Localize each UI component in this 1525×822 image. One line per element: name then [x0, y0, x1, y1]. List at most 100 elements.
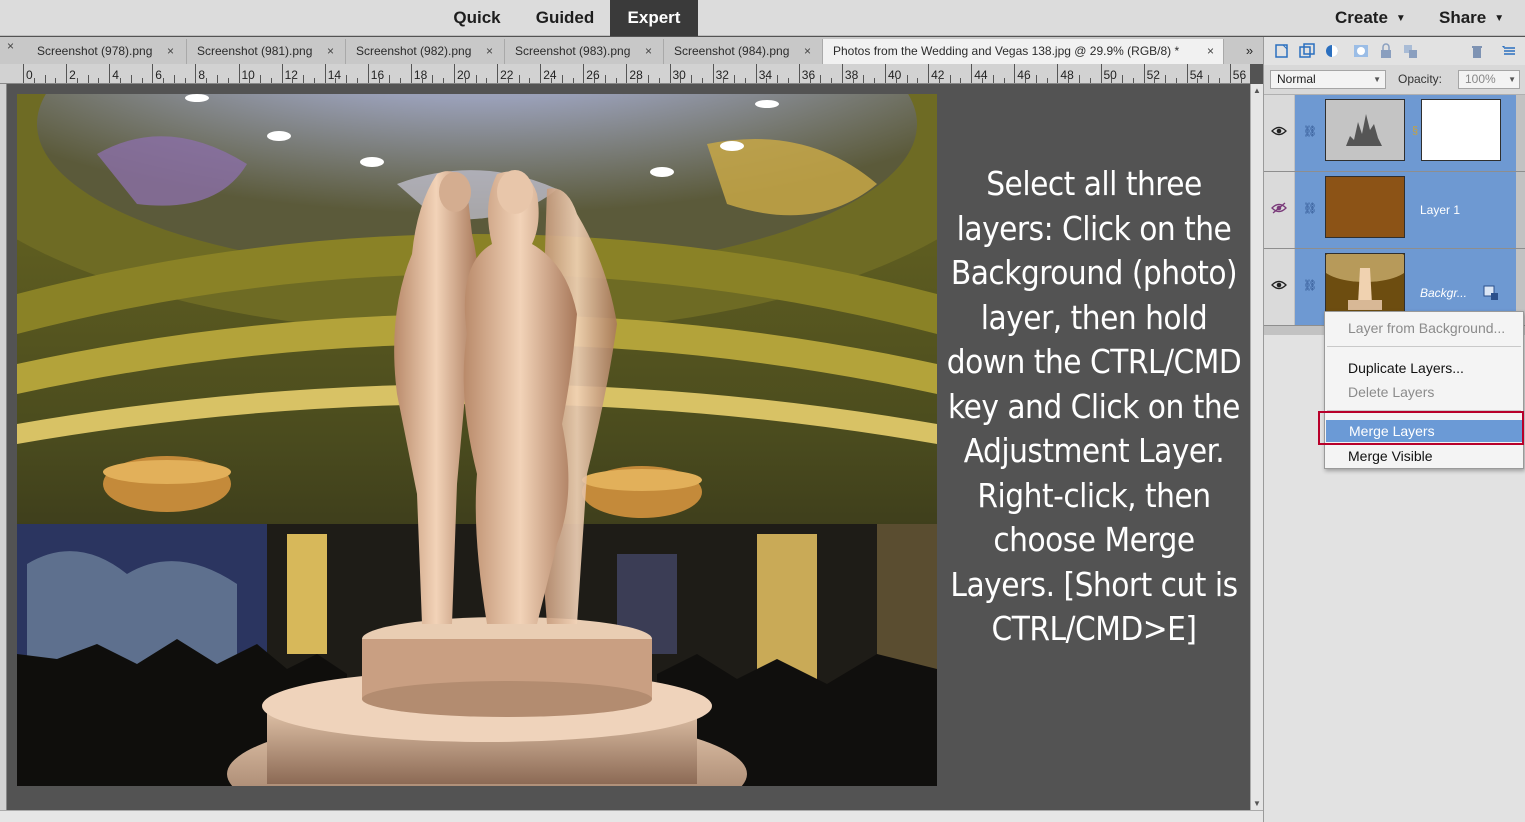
- mode-guided[interactable]: Guided: [525, 0, 605, 36]
- document-photo[interactable]: [17, 94, 937, 786]
- ruler-major-tick: [66, 64, 68, 83]
- visibility-cell[interactable]: [1264, 95, 1294, 171]
- share-menu[interactable]: Share ▼: [1439, 0, 1504, 36]
- ruler-major-tick: [195, 64, 197, 83]
- layer-mask-icon[interactable]: [1353, 43, 1369, 59]
- opacity-label: Opacity:: [1398, 72, 1443, 86]
- ruler-minor-tick: [357, 78, 359, 83]
- ruler-number: 4: [112, 68, 119, 82]
- ruler-minor-tick: [788, 78, 790, 83]
- eye-icon[interactable]: [1271, 279, 1287, 291]
- close-icon[interactable]: ×: [486, 39, 493, 63]
- ruler-minor-tick: [1197, 78, 1199, 83]
- ruler-minor-tick: [1208, 75, 1210, 83]
- ruler-minor-tick: [249, 78, 251, 83]
- mode-expert[interactable]: Expert: [610, 0, 698, 36]
- trash-icon[interactable]: [1469, 43, 1485, 59]
- ruler-minor-tick: [831, 78, 833, 83]
- tab-screenshot-978[interactable]: Screenshot (978).png ×: [27, 39, 187, 64]
- ruler-minor-tick: [346, 75, 348, 83]
- tab-screenshot-981[interactable]: Screenshot (981).png ×: [187, 39, 346, 64]
- eye-icon[interactable]: [1271, 125, 1287, 137]
- ruler-minor-tick: [76, 78, 78, 83]
- new-layer-icon[interactable]: [1274, 43, 1290, 59]
- blend-mode-select[interactable]: Normal ▼: [1270, 70, 1386, 89]
- mask-link-icon[interactable]: §: [1412, 125, 1418, 137]
- visibility-cell[interactable]: [1264, 172, 1294, 248]
- visibility-cell[interactable]: [1264, 249, 1294, 325]
- ruler-minor-tick: [572, 78, 574, 83]
- close-icon[interactable]: ×: [1207, 39, 1214, 63]
- menu-item-delete-layers[interactable]: Delete Layers: [1325, 381, 1523, 403]
- ruler-minor-tick: [1068, 78, 1070, 83]
- link-icon[interactable]: ⛓: [1303, 202, 1317, 215]
- chevron-down-icon: ▼: [1508, 75, 1516, 84]
- ruler-minor-tick: [400, 78, 402, 83]
- more-tabs-button[interactable]: »: [1236, 37, 1263, 64]
- ruler-number: 52: [1146, 68, 1160, 82]
- ruler-minor-tick: [852, 78, 854, 83]
- ruler-major-tick: [798, 64, 800, 83]
- lock-icon[interactable]: [1378, 43, 1394, 59]
- new-group-icon[interactable]: [1299, 43, 1315, 59]
- menu-item-merge-visible[interactable]: Merge Visible: [1325, 445, 1523, 467]
- close-icon[interactable]: ×: [7, 39, 14, 53]
- ruler-number: 40: [888, 68, 902, 82]
- create-menu[interactable]: Create ▼: [1335, 0, 1406, 36]
- link-icon[interactable]: ⛓: [1303, 125, 1317, 138]
- ruler-minor-tick: [594, 78, 596, 83]
- layer-name[interactable]: Layer 1: [1420, 203, 1460, 217]
- ruler-major-tick: [1186, 64, 1188, 83]
- tab-screenshot-982[interactable]: Screenshot (982).png ×: [346, 39, 505, 64]
- mode-quick[interactable]: Quick: [438, 0, 516, 36]
- horizontal-scrollbar[interactable]: [0, 810, 1263, 822]
- lock-all-icon[interactable]: [1402, 43, 1418, 59]
- ruler-number: 26: [586, 68, 600, 82]
- vertical-ruler: [0, 84, 7, 810]
- tab-active-document[interactable]: Photos from the Wedding and Vegas 138.jp…: [823, 39, 1224, 64]
- ruler-number: 44: [974, 68, 988, 82]
- tab-screenshot-983[interactable]: Screenshot (983).png ×: [505, 39, 664, 64]
- ruler-minor-tick: [421, 78, 423, 83]
- ruler-number: 0: [26, 68, 33, 82]
- ruler-minor-tick: [1219, 78, 1221, 83]
- ruler-number: 8: [198, 68, 206, 82]
- ruler-major-tick: [1100, 64, 1102, 83]
- ruler-major-tick: [238, 64, 240, 83]
- tab-screenshot-984[interactable]: Screenshot (984).png ×: [664, 39, 823, 64]
- eye-hidden-icon[interactable]: [1271, 202, 1287, 214]
- ruler-minor-tick: [216, 75, 218, 83]
- vertical-scrollbar[interactable]: ▲ ▼: [1250, 84, 1263, 810]
- layer-mask-thumbnail[interactable]: [1421, 99, 1501, 161]
- ruler-minor-tick: [389, 75, 391, 83]
- layer-row-body[interactable]: ⛓ §: [1295, 95, 1516, 171]
- close-icon[interactable]: ×: [167, 39, 174, 63]
- layer-row-body[interactable]: ⛓ Layer 1: [1295, 172, 1516, 248]
- ruler-minor-tick: [874, 78, 876, 83]
- ruler-minor-tick: [55, 78, 57, 83]
- adjustment-layer-icon[interactable]: [1324, 43, 1340, 59]
- layer-name[interactable]: Backgr...: [1420, 286, 1467, 300]
- ruler-number: 20: [457, 68, 471, 82]
- ruler-major-tick: [23, 64, 24, 83]
- layer-thumbnail: [1320, 246, 1410, 315]
- opacity-field[interactable]: 100% ▼: [1458, 70, 1520, 89]
- menu-item-layer-from-background[interactable]: Layer from Background...: [1325, 317, 1523, 339]
- scroll-up-icon[interactable]: ▲: [1253, 86, 1261, 95]
- layer-row-adjustment[interactable]: ⛓ §: [1264, 95, 1525, 172]
- link-icon[interactable]: ⛓: [1303, 279, 1317, 292]
- close-icon[interactable]: ×: [327, 39, 334, 63]
- ruler-minor-tick: [432, 75, 434, 83]
- ruler-minor-tick: [637, 78, 639, 83]
- layer-row-layer-1[interactable]: ⛓ Layer 1: [1264, 172, 1525, 249]
- menu-item-duplicate-layers[interactable]: Duplicate Layers...: [1325, 357, 1523, 379]
- ruler-minor-tick: [561, 75, 563, 83]
- ruler-major-tick: [583, 64, 585, 83]
- panel-menu-icon[interactable]: [1501, 43, 1517, 59]
- scroll-down-icon[interactable]: ▼: [1253, 799, 1261, 808]
- create-label: Create: [1335, 8, 1388, 27]
- ruler-minor-tick: [691, 75, 693, 83]
- ruler-minor-tick: [1035, 75, 1037, 83]
- close-icon[interactable]: ×: [804, 39, 811, 63]
- close-icon[interactable]: ×: [645, 39, 652, 63]
